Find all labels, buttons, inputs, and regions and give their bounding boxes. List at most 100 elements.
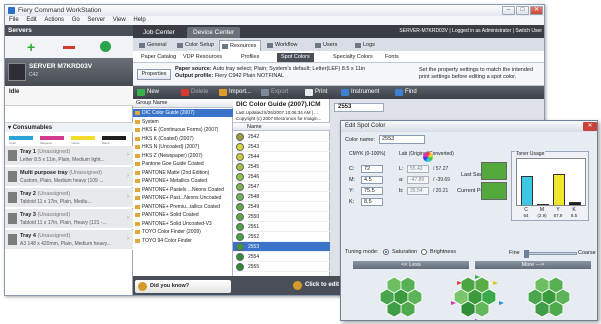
tab-workflow[interactable]: Workflow — [265, 40, 302, 51]
close-button[interactable]: ✕ — [530, 6, 543, 15]
group-item[interactable]: HKS Z (Newspaper) (2007) — [133, 152, 233, 160]
group-item[interactable]: PANTONE+ Premiu...tallics Coated — [133, 203, 233, 211]
cmyk-input[interactable]: 4.5 — [361, 176, 383, 184]
group-item[interactable]: DIC Color Guide (2007) — [133, 109, 233, 117]
tab-specialty-colors[interactable]: Specialty Colors — [329, 53, 377, 62]
swatch-row[interactable]: 2543 — [233, 142, 330, 152]
color-wheel-icon[interactable] — [423, 152, 433, 162]
swatch-row[interactable]: 2554 — [233, 252, 330, 262]
menu-edit[interactable]: Edit — [26, 17, 36, 23]
cmyk-input[interactable]: 8.5 — [361, 198, 383, 206]
remove-server-icon[interactable] — [63, 46, 75, 49]
tray-item[interactable]: Tray 2 (Unassigned) Tabloid 11 x 17in, Pl… — [5, 188, 133, 208]
chevron-right-icon[interactable]: › — [127, 194, 129, 200]
user-status[interactable]: SERVER-M7KRD03V | Logged in as Administr… — [399, 27, 542, 36]
menu-help[interactable]: Help — [133, 17, 145, 23]
dialog-close-button[interactable]: ✕ — [583, 122, 597, 131]
direction-arrow-icon[interactable] — [499, 301, 504, 305]
swatch-row[interactable]: 2547 — [233, 182, 330, 192]
tab-device-center[interactable]: Device Center — [187, 27, 241, 38]
variation-hex[interactable] — [548, 276, 564, 294]
tab-users[interactable]: Users — [313, 40, 341, 51]
swatch-row[interactable]: 2545 — [233, 162, 330, 172]
swatch-row[interactable]: 2552 — [233, 232, 330, 242]
chevron-right-icon[interactable]: › — [127, 152, 129, 158]
tray-item[interactable]: Tray 1 (Unassigned) Letter 8.5 x 11in, Pl… — [5, 146, 133, 166]
less-button[interactable]: << Less — [353, 261, 469, 269]
menu-actions[interactable]: Actions — [44, 17, 64, 23]
swatch-row[interactable]: 2555 — [233, 262, 330, 272]
group-item[interactable]: TOYO Color Finder (2009) — [133, 228, 233, 236]
variation-hex[interactable] — [400, 300, 416, 318]
delete-button[interactable]: Delete — [181, 88, 208, 97]
tab-fonts[interactable]: Fonts — [381, 53, 403, 62]
tab-resources[interactable]: Resources — [219, 40, 262, 51]
tab-spot-colors[interactable]: Spot Colors — [277, 53, 314, 62]
variation-hex[interactable] — [548, 300, 564, 318]
group-item[interactable]: PANTONE+ Solid Uncoated-V3 — [133, 220, 233, 228]
tab-vdp-resources[interactable]: VDP Resources — [179, 53, 226, 62]
instrument-button[interactable]: Instrument — [341, 88, 379, 97]
maximize-button[interactable]: □ — [516, 6, 529, 15]
did-you-know-button[interactable]: Did you know? — [135, 280, 231, 293]
group-item[interactable]: HKS N (Uncoated) (2007) — [133, 143, 233, 151]
consumables-header[interactable]: ▾ Consumables — [5, 122, 133, 132]
tray-item[interactable]: Tray 4 (Unassigned) A3 148 x 420mm, Plain… — [5, 230, 133, 250]
menu-server[interactable]: Server — [87, 17, 105, 23]
find-button[interactable]: Find — [395, 88, 417, 97]
swatch-row[interactable]: 2549 — [233, 202, 330, 212]
tab-profiles[interactable]: Profiles — [237, 53, 263, 62]
group-item[interactable]: PANTONE+ Pastels ...Neons Coated — [133, 186, 233, 194]
chevron-right-icon[interactable]: › — [127, 173, 129, 179]
chevron-right-icon[interactable]: › — [127, 236, 129, 242]
variation-hex[interactable] — [400, 276, 416, 294]
variation-hex[interactable] — [386, 276, 402, 294]
swatch-row[interactable]: 2544 — [233, 152, 330, 162]
swatch-row[interactable]: 2546 — [233, 172, 330, 182]
variation-hex[interactable] — [474, 300, 490, 318]
tab-paper-catalog[interactable]: Paper Catalog — [137, 53, 180, 62]
server-entry[interactable]: SERVER M7KRD03V C42 — [5, 58, 133, 86]
minimize-button[interactable]: – — [502, 6, 515, 15]
swatch-row[interactable]: 2548 — [233, 192, 330, 202]
tray-item[interactable]: Tray 3 (Unassigned) Tabloid 11 x 17in, Pl… — [5, 209, 133, 229]
new-button[interactable]: New — [137, 88, 159, 97]
name-column-header[interactable]: Name — [233, 122, 330, 131]
cmyk-input[interactable]: 75.5 — [361, 187, 383, 195]
group-item[interactable]: System — [133, 118, 233, 126]
fine-coarse-slider[interactable] — [524, 250, 577, 258]
color-name-field[interactable]: 2553 — [379, 135, 425, 144]
group-item[interactable]: HKS E (Continuous Forms) (2007) — [133, 126, 233, 134]
cmyk-input[interactable]: 72 — [361, 165, 383, 173]
tab-color-setup[interactable]: Color Setup — [175, 40, 218, 51]
group-item[interactable]: PANTONE+ Solid Coated — [133, 211, 233, 219]
swatch-row[interactable]: 2542 — [233, 132, 330, 142]
variation-hex[interactable] — [474, 276, 490, 294]
properties-button[interactable]: Properties — [137, 69, 171, 80]
server-status-icon[interactable] — [100, 41, 111, 52]
more-button[interactable]: More ---> — [475, 261, 591, 269]
brightness-radio[interactable] — [421, 249, 427, 255]
group-item[interactable]: HKS K (Coated) (2007) — [133, 135, 233, 143]
slider-handle[interactable] — [524, 250, 529, 258]
direction-arrow-icon[interactable] — [475, 319, 480, 321]
saturation-radio[interactable] — [383, 249, 389, 255]
export-button[interactable]: Export — [261, 88, 288, 97]
direction-arrow-icon[interactable] — [493, 281, 498, 285]
tab-general[interactable]: General — [137, 40, 171, 51]
group-item[interactable]: TOYO 94 Color Finder — [133, 237, 233, 245]
variation-hex[interactable] — [534, 276, 550, 294]
menu-file[interactable]: File — [9, 17, 19, 23]
swatch-row[interactable]: 2551 — [233, 222, 330, 232]
tab-logs[interactable]: Logs — [353, 40, 379, 51]
import-button[interactable]: Import... — [219, 88, 251, 97]
add-server-icon[interactable]: + — [27, 40, 39, 54]
group-name-header[interactable]: Group Name — [133, 99, 233, 108]
print-button[interactable]: Print — [305, 88, 327, 97]
variation-hex[interactable] — [460, 276, 476, 294]
menu-view[interactable]: View — [113, 17, 126, 23]
chevron-right-icon[interactable]: › — [127, 215, 129, 221]
group-item[interactable]: Pantone Goe Guide Coated — [133, 160, 233, 168]
swatch-row[interactable]: 2553 — [233, 242, 330, 252]
group-item[interactable]: PANTONE Matte (2nd Edition) — [133, 169, 233, 177]
